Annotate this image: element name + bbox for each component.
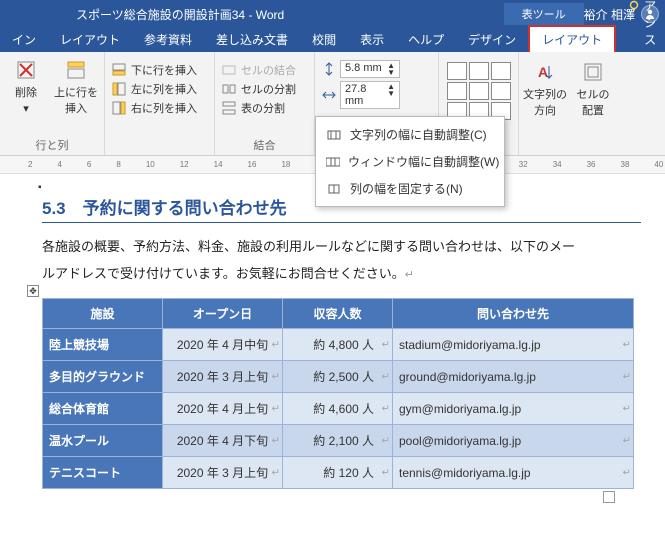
split-cells-button[interactable]: セルの分割 — [221, 81, 308, 97]
split-cells-icon — [221, 81, 237, 97]
paragraph-line-1: 各施設の概要、予約方法、料金、施設の利用ルールなどに関する問い合わせは、以下のメ… — [42, 235, 641, 258]
tab-review[interactable]: 校閲 — [300, 27, 348, 52]
facility-table[interactable]: 施設 オープン日 収容人数 問い合わせ先 陸上競技場2020 年 4 月中旬↵約… — [42, 298, 634, 489]
tab-view[interactable]: 表示 — [348, 27, 396, 52]
row-height-input[interactable]: 5.8 mm▲▼ — [321, 60, 432, 78]
tab-help[interactable]: ヘルプ — [396, 27, 456, 52]
svg-text:A: A — [538, 64, 548, 80]
insert-below-button[interactable]: 下に行を挿入 — [111, 62, 208, 78]
group-cellsize: 5.8 mm▲▼ 27.8 mm▲▼ 自動調整 ▾ セルの 文字列の幅に自動調整… — [315, 52, 439, 155]
cell-margins-icon — [581, 60, 605, 84]
align-tr[interactable] — [491, 62, 511, 80]
split-table-icon — [221, 100, 237, 116]
tool-context-label: 表ツール — [504, 3, 584, 25]
window-title: スポーツ総合施設の開設計画34 - Word — [6, 6, 504, 23]
document-area[interactable]: ▪ 5.3 予約に関する問い合わせ先 各施設の概要、予約方法、料金、施設の利用ル… — [0, 174, 665, 489]
insert-below-icon — [111, 62, 127, 78]
tab-table-layout[interactable]: レイアウト — [528, 25, 616, 52]
split-table-button[interactable]: 表の分割 — [221, 100, 308, 116]
ribbon-tabs: イン レイアウト 参考資料 差し込み文書 校閲 表示 ヘルプ デザイン レイアウ… — [0, 28, 665, 52]
chevron-down-icon: ▾ — [23, 102, 29, 115]
tell-me[interactable]: 操作アシス — [622, 0, 665, 52]
th-contact: 問い合わせ先 — [393, 299, 634, 329]
table-row: 多目的グラウンド2020 年 3 月上旬↵約 2,500 人↵ground@mi… — [43, 361, 634, 393]
tab-layout-doc[interactable]: レイアウト — [48, 27, 132, 52]
height-icon — [321, 61, 337, 77]
insert-left-icon — [111, 81, 127, 97]
fixed-width-icon — [326, 181, 342, 197]
group-merge: セルの結合 セルの分割 表の分割 結合 — [215, 52, 315, 155]
merge-cells-button[interactable]: セルの結合 — [221, 62, 308, 78]
tab-table-design[interactable]: デザイン — [456, 27, 528, 52]
group-rowcol-extra: 下に行を挿入 左に列を挿入 右に列を挿入 — [105, 52, 215, 155]
group-rowcol: 削除 ▾ 上に行を 挿入 行と列 — [0, 52, 105, 155]
group-align-extra: A 文字列の 方向 セルの 配置 — [519, 52, 614, 155]
spinner-icon[interactable]: ▲▼ — [387, 62, 395, 76]
text-direction-icon: A — [533, 60, 557, 84]
fixed-width[interactable]: 列の幅を固定する(N) — [316, 175, 504, 202]
tab-references[interactable]: 参考資料 — [132, 27, 204, 52]
bullet-mark: ▪ — [38, 182, 42, 193]
tab-mailings[interactable]: 差し込み文書 — [204, 27, 300, 52]
align-tc[interactable] — [469, 62, 489, 80]
table-row: 総合体育館2020 年 4 月上旬↵約 4,600 人↵gym@midoriya… — [43, 393, 634, 425]
align-tl[interactable] — [447, 62, 467, 80]
table-row: 温水プール2020 年 4 月下旬↵約 2,100 人↵pool@midoriy… — [43, 425, 634, 457]
autofit-contents[interactable]: 文字列の幅に自動調整(C) — [316, 121, 504, 148]
th-capacity: 収容人数 — [283, 299, 393, 329]
text-direction-button[interactable]: A 文字列の 方向 — [525, 58, 565, 120]
autofit-window-icon — [326, 154, 340, 170]
insert-above-button[interactable]: 上に行を 挿入 — [54, 56, 98, 118]
autofit-window[interactable]: ウィンドウ幅に自動調整(W) — [316, 148, 504, 175]
table-header-row: 施設 オープン日 収容人数 問い合わせ先 — [43, 299, 634, 329]
insert-right-icon — [111, 100, 127, 116]
align-mc[interactable] — [469, 82, 489, 100]
align-mr[interactable] — [491, 82, 511, 100]
table-row: テニスコート2020 年 3 月上旬↵約 120 人↵tennis@midori… — [43, 457, 634, 489]
autofit-dropdown: 文字列の幅に自動調整(C) ウィンドウ幅に自動調整(W) 列の幅を固定する(N) — [315, 116, 505, 207]
bulb-icon — [628, 0, 640, 12]
delete-icon — [14, 58, 38, 82]
width-icon — [321, 87, 337, 103]
th-open: オープン日 — [163, 299, 283, 329]
table-row: 陸上競技場2020 年 4 月中旬↵約 4,800 人↵stadium@mido… — [43, 329, 634, 361]
table-resize-handle[interactable] — [603, 491, 615, 503]
insert-left-button[interactable]: 左に列を挿入 — [111, 81, 208, 97]
tab-design-doc[interactable]: イン — [0, 27, 48, 52]
col-width-input[interactable]: 27.8 mm▲▼ — [321, 81, 432, 109]
paragraph-line-2: ルアドレスで受け付けています。お気軽にお問合せください。↵ — [42, 262, 641, 286]
delete-button[interactable]: 削除 ▾ — [6, 56, 46, 118]
table-move-handle[interactable]: ✥ — [27, 285, 39, 297]
spinner-icon[interactable]: ▲▼ — [387, 83, 395, 107]
cell-margins-button[interactable]: セルの 配置 — [573, 58, 613, 120]
th-facility: 施設 — [43, 299, 163, 329]
insert-above-icon — [64, 58, 88, 82]
insert-right-button[interactable]: 右に列を挿入 — [111, 100, 208, 116]
ribbon: 削除 ▾ 上に行を 挿入 行と列 下に行を挿入 左に列を挿入 右に列を挿入 セル… — [0, 52, 665, 156]
autofit-contents-icon — [326, 127, 342, 143]
merge-icon — [221, 62, 237, 78]
titlebar: スポーツ総合施設の開設計画34 - Word 表ツール 裕介 相澤 — [0, 0, 665, 28]
align-ml[interactable] — [447, 82, 467, 100]
